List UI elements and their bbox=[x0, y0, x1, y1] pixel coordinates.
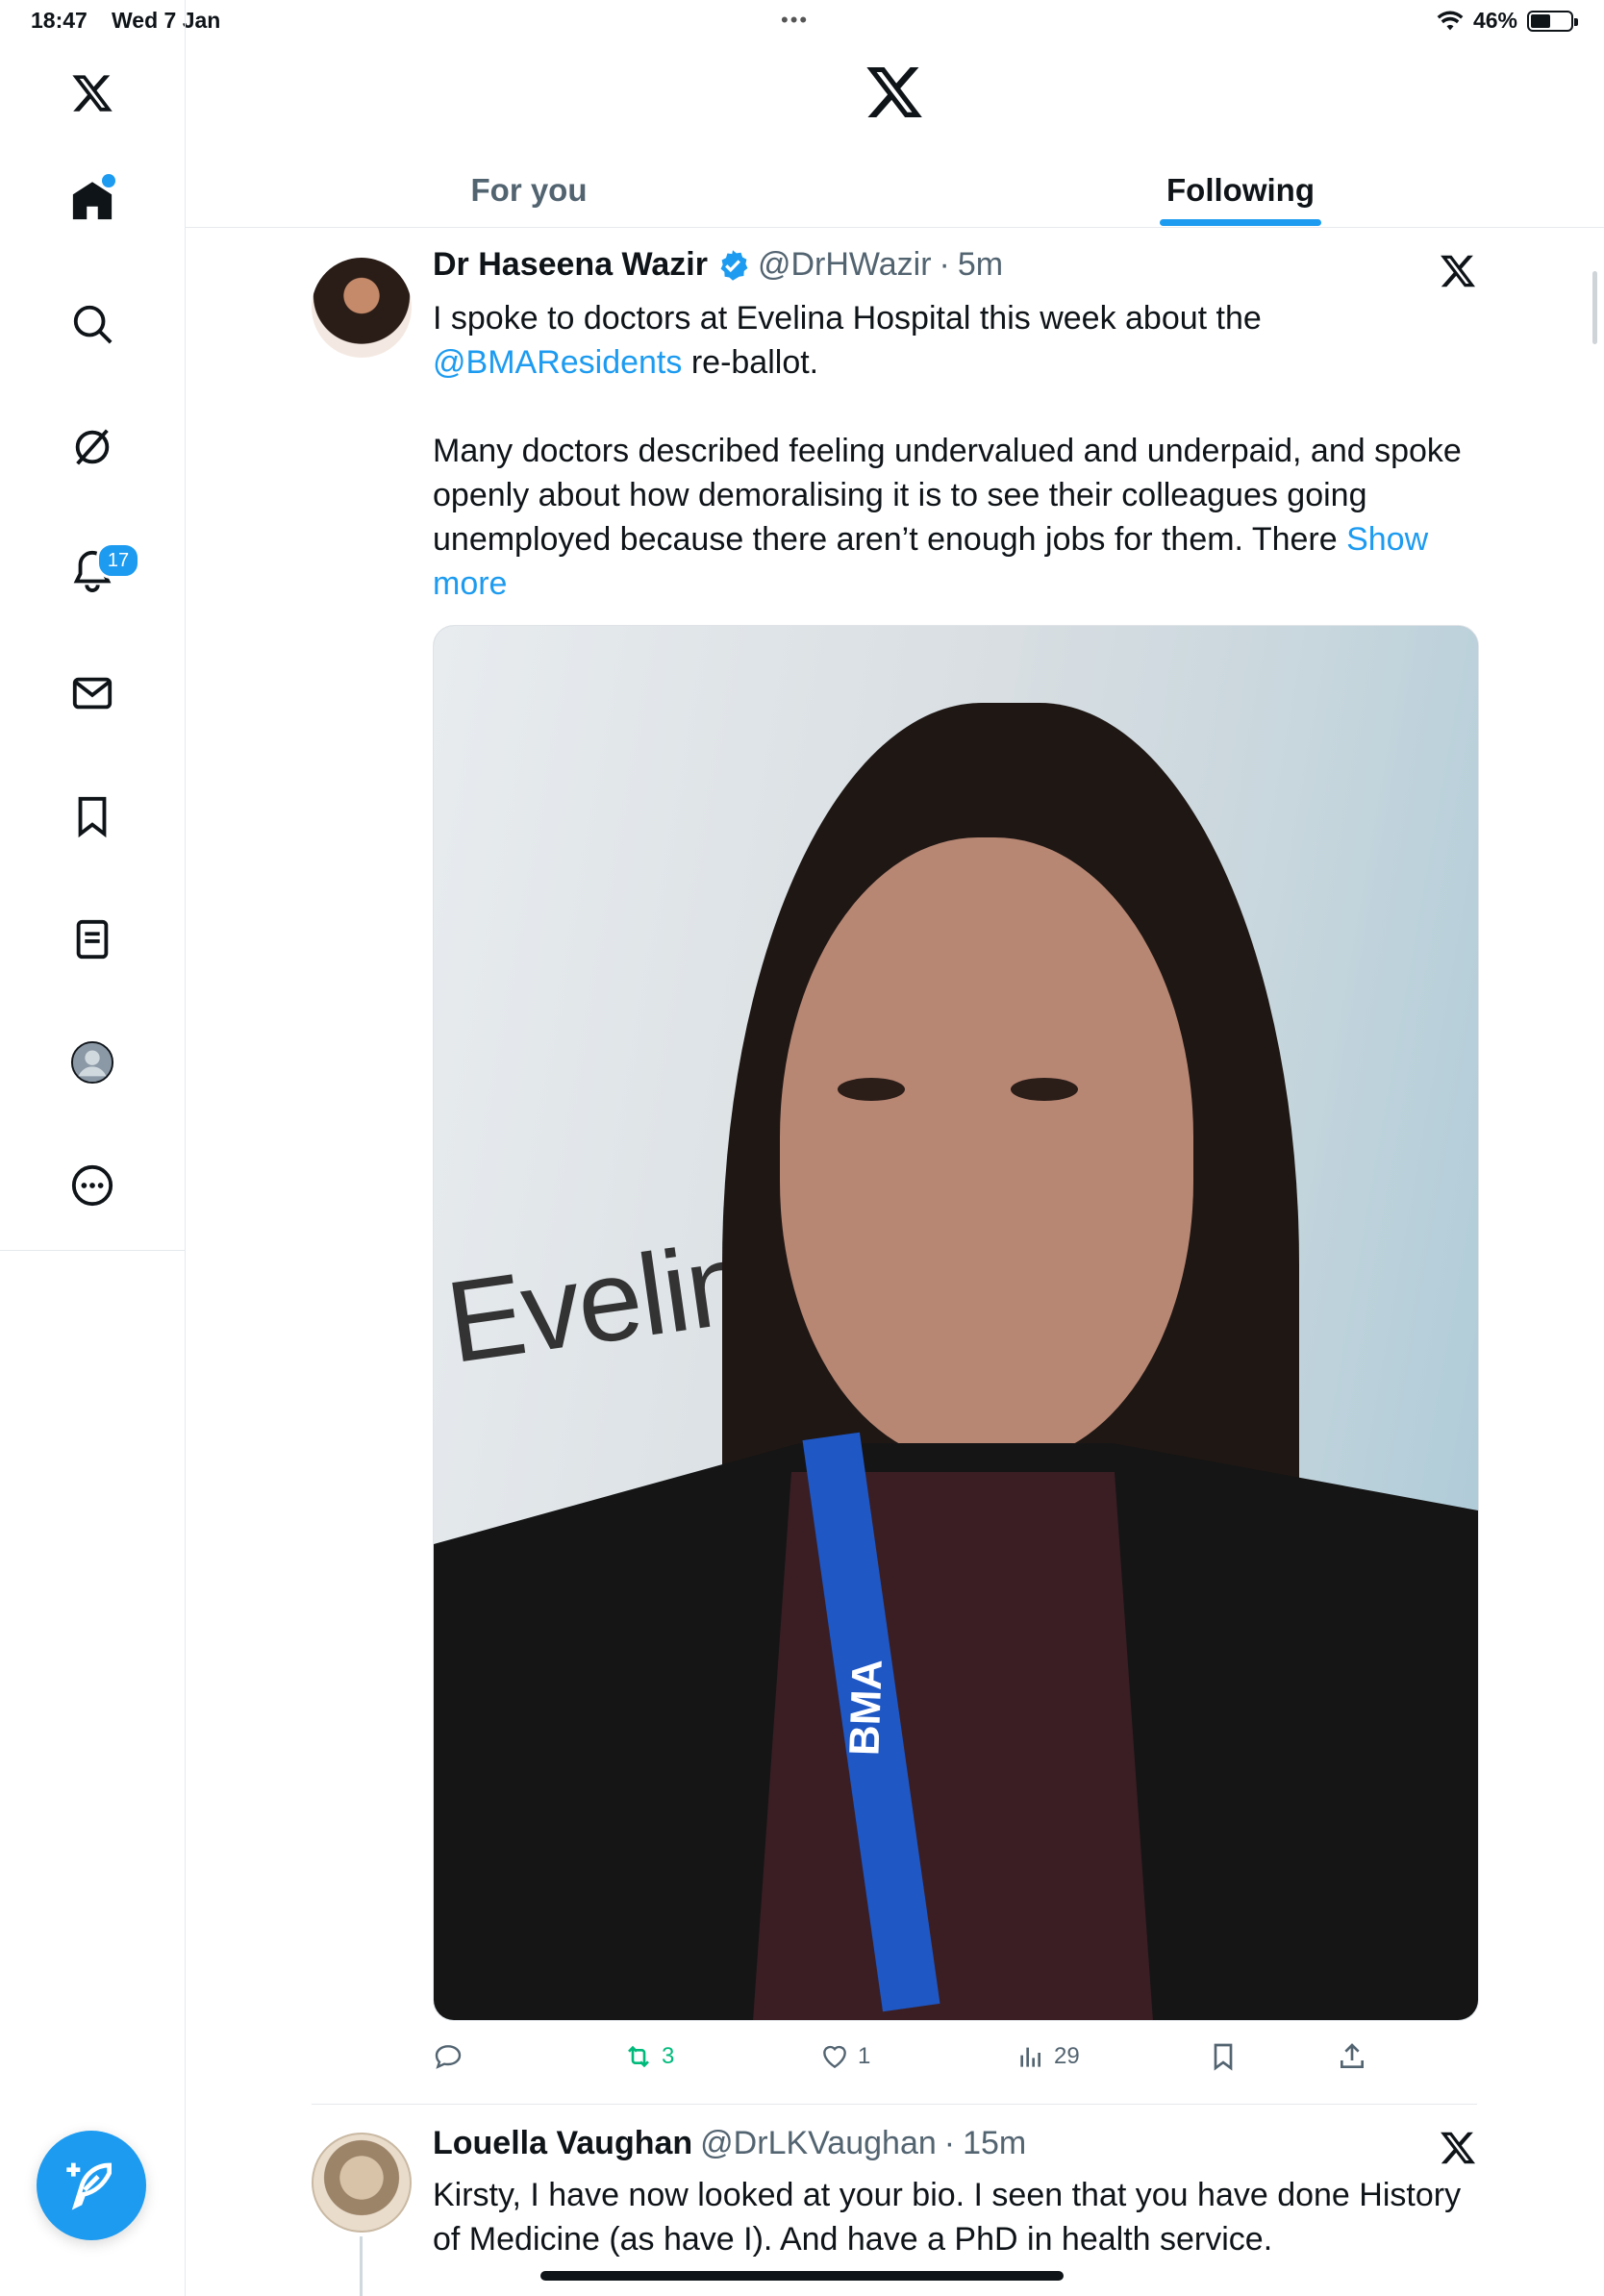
tweet-text-part1: I spoke to doctors at Evelina Hospital t… bbox=[433, 300, 1262, 337]
heart-icon bbox=[823, 2045, 846, 2069]
tweet-body: Kirsty, I have now looked at your bio. I… bbox=[433, 2177, 1462, 2258]
author-avatar[interactable] bbox=[312, 258, 412, 358]
header-divider bbox=[186, 227, 1604, 228]
selected-tab-indicator bbox=[1160, 219, 1321, 226]
bookmark-outline-icon bbox=[1214, 2043, 1233, 2071]
tweet-header: Louella Vaughan @DrLKVaughan · 15m bbox=[433, 2125, 1026, 2162]
view-count: 29 bbox=[1054, 2043, 1080, 2069]
x-header-logo-icon[interactable] bbox=[864, 62, 925, 123]
separator-dot: · bbox=[943, 2125, 956, 2161]
x-logo-icon[interactable] bbox=[59, 60, 126, 127]
more-options-icon[interactable] bbox=[59, 1152, 126, 1219]
battery-percent: 46% bbox=[1472, 8, 1517, 33]
mention-link[interactable]: @BMAResidents bbox=[433, 344, 682, 381]
like-count: 1 bbox=[858, 2043, 871, 2069]
author-handle[interactable]: @DrLKVaughan bbox=[700, 2125, 937, 2162]
tweet-text-part2: re-ballot. bbox=[682, 344, 819, 381]
author-avatar[interactable] bbox=[312, 2133, 412, 2233]
thread-line bbox=[360, 2236, 363, 2296]
like-button[interactable]: 1 bbox=[819, 2031, 870, 2083]
views-chart-icon bbox=[1020, 2047, 1040, 2067]
separator-dot: · bbox=[939, 246, 950, 283]
feather-plus-icon bbox=[66, 2162, 112, 2210]
reply-icon bbox=[435, 2045, 462, 2069]
search-icon[interactable] bbox=[59, 290, 126, 358]
tweet-divider bbox=[312, 2104, 1477, 2105]
tweet-photo[interactable]: Evelina Lond BMA bbox=[433, 625, 1479, 2021]
share-button[interactable] bbox=[1337, 2031, 1367, 2083]
x-grok-icon[interactable] bbox=[1439, 252, 1477, 290]
home-unread-dot bbox=[102, 174, 115, 187]
repost-button[interactable]: 3 bbox=[623, 2031, 674, 2083]
repost-icon bbox=[628, 2045, 649, 2068]
bookmark-button[interactable] bbox=[1208, 2031, 1239, 2083]
verified-badge-icon bbox=[720, 249, 748, 281]
messages-envelope-icon[interactable] bbox=[59, 660, 126, 727]
post-time[interactable]: 5m bbox=[958, 246, 1003, 284]
notifications-badge: 17 bbox=[96, 542, 140, 579]
author-name[interactable]: Louella Vaughan bbox=[433, 2125, 692, 2162]
lists-icon[interactable] bbox=[59, 906, 126, 973]
share-icon bbox=[1341, 2043, 1364, 2068]
home-indicator[interactable] bbox=[540, 2271, 1064, 2281]
status-indicators: 46% bbox=[1437, 8, 1578, 34]
author-handle[interactable]: @DrHWazir bbox=[758, 246, 932, 284]
battery-icon bbox=[1527, 10, 1578, 32]
compose-post-button[interactable] bbox=[37, 2131, 146, 2240]
profile-avatar-icon[interactable] bbox=[59, 1029, 126, 1096]
multitasking-dots-icon[interactable]: ••• bbox=[781, 8, 809, 33]
sidebar-border bbox=[185, 1250, 186, 2296]
tab-following[interactable]: Following bbox=[1077, 154, 1404, 227]
tweet-body: I spoke to doctors at Evelina Hospital t… bbox=[433, 296, 1481, 606]
tweet-actions: 3 1 29 bbox=[433, 2031, 1394, 2083]
repost-count: 3 bbox=[662, 2043, 675, 2069]
home-icon[interactable] bbox=[59, 167, 126, 235]
wifi-icon bbox=[1437, 11, 1464, 30]
author-name[interactable]: Dr Haseena Wazir bbox=[433, 246, 708, 284]
grok-icon[interactable] bbox=[59, 413, 126, 481]
reply-button[interactable] bbox=[433, 2031, 471, 2083]
tweet-text-para2: Many doctors described feeling undervalu… bbox=[433, 433, 1462, 558]
post-time[interactable]: 15m bbox=[963, 2125, 1026, 2162]
photo-lanyard-text: BMA bbox=[840, 1659, 891, 1757]
x-grok-icon[interactable] bbox=[1439, 2129, 1477, 2167]
tab-for-you[interactable]: For you bbox=[365, 154, 692, 227]
bookmark-icon[interactable] bbox=[59, 783, 126, 850]
views-button[interactable]: 29 bbox=[1015, 2031, 1080, 2083]
scrollbar-thumb[interactable] bbox=[1592, 271, 1597, 344]
tweet-header: Dr Haseena Wazir @DrHWazir · 5m bbox=[433, 246, 1003, 284]
sidebar: 17 bbox=[0, 0, 186, 1251]
